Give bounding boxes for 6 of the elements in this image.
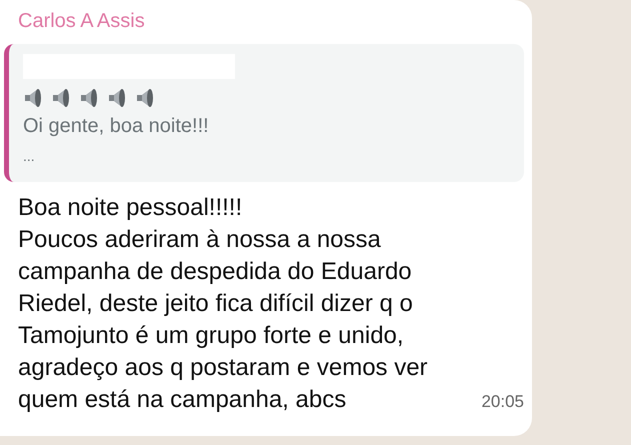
message-text: Boa noite pessoal!!!!! Poucos aderiram à nossa a nossa campanha de despedida do Eduardo Riedel, deste jeito fica difícil dizer q o Tamojunto é um grupo forte e unido, agradeço aos q postaram e vemos ver quem está na campanha, abcs: [18, 193, 428, 415]
quote-ellipsis: ...: [23, 148, 36, 164]
quote-text: Oi gente, boa noite!!!: [23, 115, 210, 138]
quoted-message[interactable]: Oi gente, boa noite!!! ...: [4, 44, 524, 182]
message-time: 20:05: [481, 392, 524, 412]
sender-name: Carlos A Assis: [17, 9, 146, 34]
